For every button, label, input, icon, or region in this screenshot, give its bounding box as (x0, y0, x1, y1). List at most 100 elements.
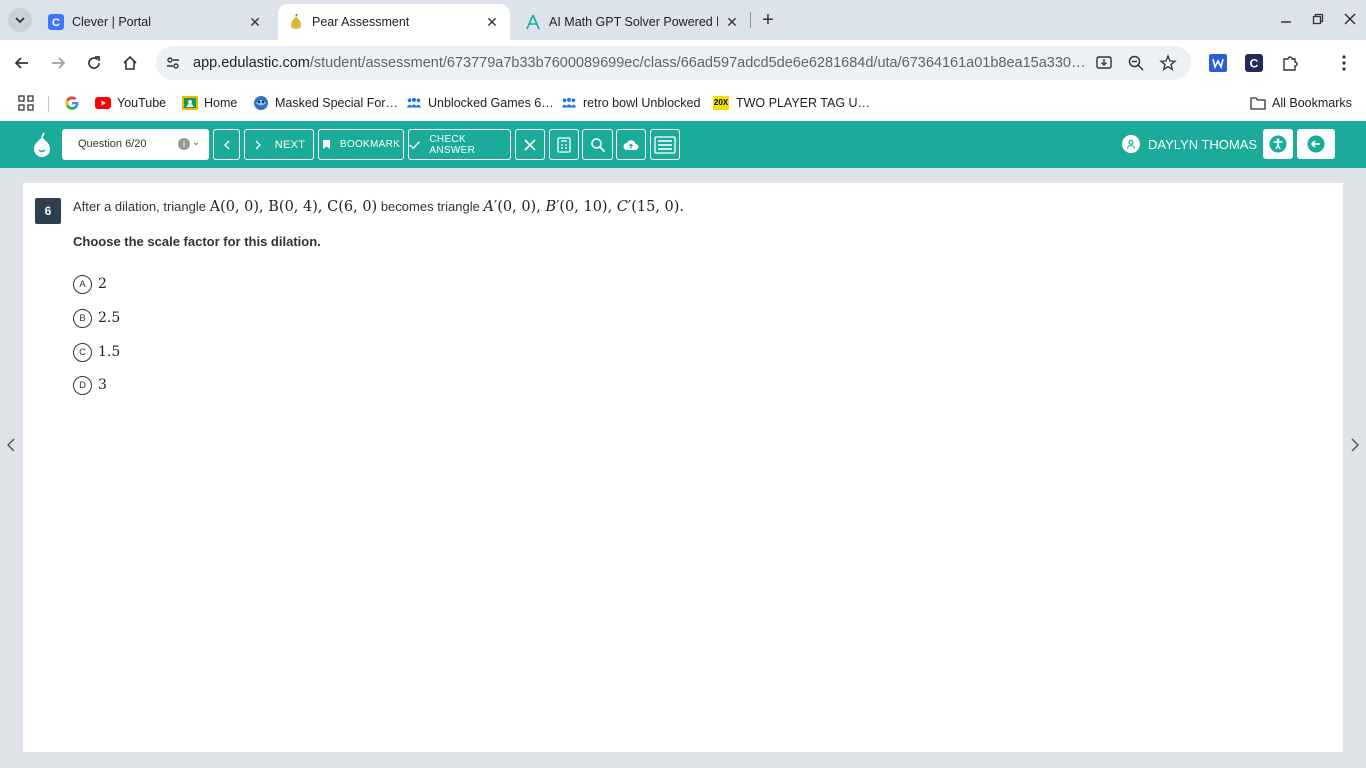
bookmark-retro-bowl[interactable]: retro bowl Unblocked (561, 92, 700, 114)
accessibility-button[interactable] (1263, 129, 1293, 159)
google-bookmark[interactable] (64, 92, 80, 114)
folder-icon (1250, 95, 1266, 111)
install-app-icon[interactable] (1094, 53, 1114, 73)
search-icon (590, 137, 605, 152)
forward-button[interactable] (46, 51, 70, 75)
back-button[interactable] (10, 51, 34, 75)
hamburger-menu-icon (654, 135, 676, 154)
choice-value: 3 (98, 377, 107, 393)
extension-w-icon[interactable] (1206, 51, 1230, 75)
menu-button[interactable] (650, 129, 680, 160)
accessibility-icon (1269, 135, 1287, 153)
choice-c[interactable]: C 1.5 (73, 342, 120, 362)
info-icon: i (178, 138, 190, 150)
choice-letter-bubble[interactable]: C (73, 342, 92, 362)
apps-button[interactable] (18, 92, 34, 114)
zoom-button[interactable] (582, 129, 613, 160)
next-button[interactable]: NEXT (244, 129, 314, 160)
choice-letter-bubble[interactable]: A (73, 274, 92, 294)
arrow-left-icon (14, 57, 28, 69)
puzzle-icon[interactable] (1278, 51, 1302, 75)
question-select-value: Question 6/20 (78, 138, 147, 150)
pear-icon (288, 14, 304, 30)
all-bookmarks-label: All Bookmarks (1272, 96, 1352, 110)
close-icon[interactable]: ✕ (724, 14, 740, 30)
reload-button[interactable] (82, 51, 106, 75)
choice-letter-bubble[interactable]: D (73, 375, 92, 395)
choice-value: 1.5 (98, 344, 121, 360)
choice-value: 2 (98, 276, 107, 292)
mathgpt-icon (525, 14, 541, 30)
bookmark-label: Unblocked Games 6… (428, 96, 554, 110)
home-button[interactable] (118, 51, 142, 75)
original-triangle-math: A(0, 0), B(0, 4), C(6, 0) (209, 199, 378, 215)
bookmark-icon (322, 140, 330, 149)
bookmark-label: Masked Special For… (275, 96, 398, 110)
address-bar[interactable]: app.edulastic.com/student/assessment/673… (156, 46, 1191, 80)
bookmark-unblocked-games[interactable]: Unblocked Games 6… (406, 92, 554, 114)
bookmark-two-player-tag[interactable]: 20X TWO PLAYER TAG U… (712, 92, 870, 114)
tab-title: Pear Assessment (312, 15, 410, 29)
minimize-button[interactable] (1274, 8, 1298, 30)
choice-b[interactable]: B 2.5 (73, 308, 120, 328)
bookmark-label: BOOKMARK (339, 139, 401, 150)
previous-question-button[interactable] (213, 129, 240, 160)
menu-kebab-icon[interactable] (1332, 51, 1356, 75)
tab-pear-assessment[interactable]: Pear Assessment ✕ (278, 4, 510, 40)
next-arrow-button[interactable] (1348, 437, 1362, 453)
bookmark-masked-special[interactable]: Masked Special For… (253, 92, 398, 114)
close-icon (1344, 13, 1356, 25)
question-select[interactable]: Question 6/20 i ⌄ (62, 129, 209, 160)
20x-icon: 20X (712, 95, 730, 111)
tab-search-button[interactable] (8, 8, 32, 32)
bookmark-youtube[interactable]: YouTube (95, 92, 166, 114)
choice-d[interactable]: D 3 (73, 375, 107, 395)
close-icon (524, 138, 536, 151)
restore-button[interactable] (1306, 8, 1330, 30)
arrow-right-icon (52, 57, 66, 69)
question-number-badge: 6 (35, 198, 61, 224)
tab-ai-math-gpt[interactable]: AI Math GPT Solver Powered by ✕ (515, 4, 750, 40)
close-window-button[interactable] (1338, 8, 1362, 30)
all-bookmarks-button[interactable]: All Bookmarks (1250, 92, 1352, 114)
close-icon[interactable]: ✕ (247, 14, 263, 30)
apps-grid-icon (18, 95, 34, 111)
svg-text:C: C (1250, 57, 1259, 71)
new-tab-button[interactable]: + (758, 9, 778, 31)
chevron-down-icon: ⌄ (192, 137, 201, 148)
stem-prefix: After a dilation, triangle (73, 199, 206, 214)
cloud-upload-icon (623, 139, 639, 150)
people-icon (561, 95, 577, 111)
youtube-icon (95, 95, 111, 111)
previous-arrow-button[interactable] (4, 437, 18, 453)
calculator-button[interactable] (549, 129, 579, 160)
eliminate-choice-button[interactable] (515, 129, 545, 160)
site-info-icon[interactable] (164, 54, 182, 72)
close-icon[interactable]: ✕ (484, 14, 500, 30)
tab-strip: C Clever | Portal ✕ Pear Assessment ✕ AI… (0, 0, 1366, 40)
browser-toolbar: app.edulastic.com/student/assessment/673… (0, 40, 1366, 86)
calculator-icon (557, 136, 571, 153)
tab-title: AI Math GPT Solver Powered by (549, 15, 718, 29)
bookmark-label: YouTube (117, 96, 167, 110)
save-button[interactable] (616, 129, 646, 160)
choice-a[interactable]: A 2 (73, 274, 107, 294)
bookmark-home[interactable]: Home (182, 92, 237, 114)
tab-divider (750, 12, 751, 28)
next-label: NEXT (274, 138, 306, 151)
star-icon[interactable] (1158, 53, 1178, 73)
choice-letter-bubble[interactable]: B (73, 308, 92, 328)
reload-icon (88, 56, 100, 69)
bookmark-label: TWO PLAYER TAG U… (736, 96, 871, 110)
zoom-icon[interactable] (1126, 53, 1146, 73)
user-profile[interactable]: DAYLYN THOMAS (1122, 135, 1257, 153)
extension-c-icon[interactable]: C (1242, 51, 1266, 75)
classroom-icon (182, 95, 198, 111)
exit-button[interactable] (1297, 129, 1335, 159)
question-instruction: Choose the scale factor for this dilatio… (73, 234, 321, 249)
check-answer-button[interactable]: CHECK ANSWER (408, 129, 511, 160)
20x-badge-text: 20X (712, 96, 730, 110)
tab-clever[interactable]: C Clever | Portal ✕ (38, 4, 273, 40)
url-text[interactable]: app.edulastic.com/student/assessment/673… (193, 55, 1086, 71)
bookmark-button[interactable]: BOOKMARK (318, 129, 404, 160)
